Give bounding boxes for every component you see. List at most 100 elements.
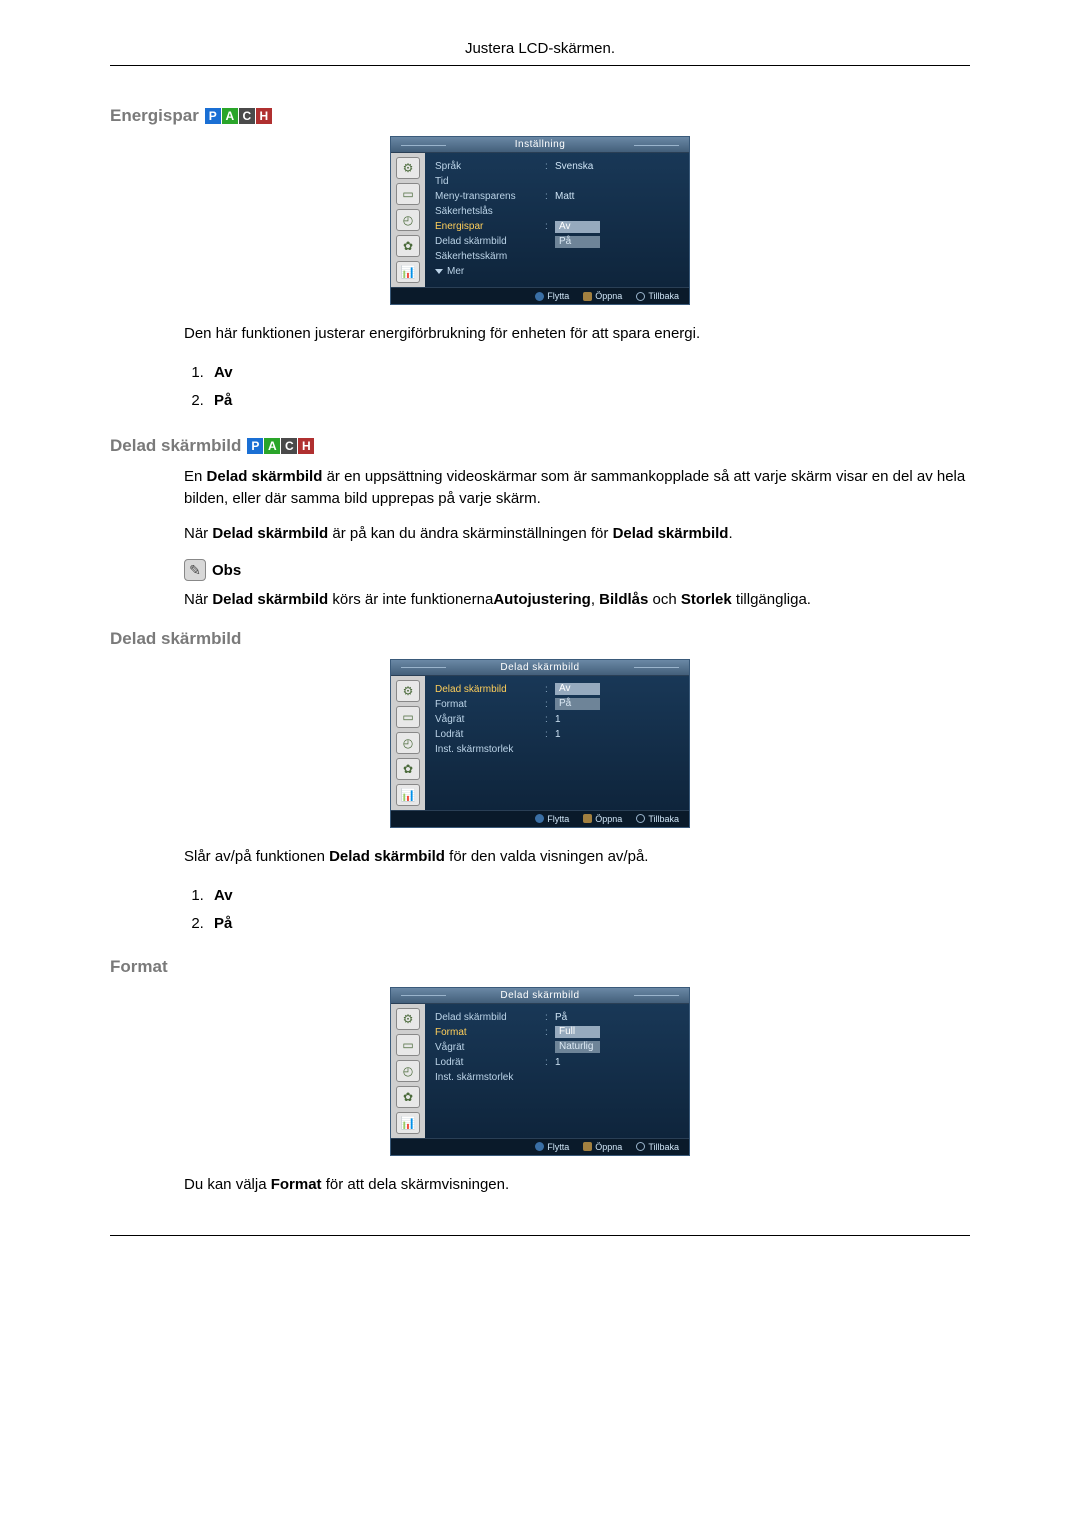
- osd-icon[interactable]: ◴: [396, 1060, 420, 1082]
- osd-select-av[interactable]: Av: [555, 683, 600, 695]
- heading-energispar: Energispar P A C H: [110, 106, 970, 126]
- badge-p: P: [247, 438, 263, 454]
- t: När: [184, 591, 212, 608]
- osd-icon[interactable]: ◴: [396, 732, 420, 754]
- pach-badge: P A C H: [205, 108, 272, 124]
- osd-icon[interactable]: ✿: [396, 235, 420, 257]
- osd-select-pa[interactable]: På: [555, 698, 600, 710]
- delad-intro-p3: När Delad skärmbild körs är inte funktio…: [184, 589, 970, 611]
- note-text: Obs: [212, 562, 241, 579]
- t: Format: [271, 1176, 322, 1193]
- osd-icon[interactable]: ▭: [396, 1034, 420, 1056]
- osd-select-av[interactable]: Av: [555, 221, 600, 233]
- t: Delad skärmbild: [212, 525, 328, 542]
- osd-sidebar-icons: ⚙ ▭ ◴ ✿ 📊: [391, 676, 425, 810]
- page-bottom-rule: [110, 1235, 970, 1236]
- delad-options: Av På: [184, 882, 970, 939]
- osd-select-pa[interactable]: På: [555, 236, 600, 248]
- osd-icon[interactable]: ▭: [396, 706, 420, 728]
- t: När: [184, 525, 212, 542]
- footer-move: Flytta: [547, 1142, 569, 1152]
- format-desc: Du kan välja Format för att dela skärmvi…: [184, 1174, 970, 1196]
- badge-a: A: [264, 438, 280, 454]
- osd-label: Meny-transparens: [435, 191, 545, 202]
- osd-format: Delad skärmbild ⚙ ▭ ◴ ✿ 📊 Delad skärmbil…: [390, 987, 690, 1156]
- footer-open: Öppna: [595, 291, 622, 301]
- osd-icon[interactable]: 📊: [396, 1112, 420, 1134]
- osd-label: Vågrät: [435, 714, 545, 725]
- osd-value: 1: [555, 1057, 681, 1068]
- open-icon: [583, 814, 592, 823]
- t: Bildlås: [599, 591, 648, 608]
- osd-label: Delad skärmbild: [435, 236, 545, 247]
- t: Slår av/på funktionen: [184, 848, 329, 865]
- badge-a: A: [222, 108, 238, 124]
- osd-icon[interactable]: ◴: [396, 209, 420, 231]
- t: En: [184, 468, 207, 485]
- open-icon: [583, 292, 592, 301]
- list-item: På: [208, 910, 970, 939]
- heading-energispar-text: Energispar: [110, 106, 199, 126]
- heading-format: Format: [110, 957, 970, 977]
- osd-icon[interactable]: 📊: [396, 784, 420, 806]
- osd-icon[interactable]: ✿: [396, 758, 420, 780]
- option-pa: På: [214, 915, 232, 932]
- t: Storlek: [681, 591, 732, 608]
- footer-open: Öppna: [595, 814, 622, 824]
- back-icon: [636, 292, 645, 301]
- move-icon: [535, 1142, 544, 1151]
- osd-delad: Delad skärmbild ⚙ ▭ ◴ ✿ 📊 Delad skärmbil…: [390, 659, 690, 828]
- badge-h: H: [298, 438, 314, 454]
- footer-back: Tillbaka: [648, 814, 679, 824]
- delad-desc: Slår av/på funktionen Delad skärmbild fö…: [184, 846, 970, 868]
- osd-footer: Flytta Öppna Tillbaka: [391, 1138, 689, 1155]
- badge-c: C: [239, 108, 255, 124]
- osd-label: Säkerhetslås: [435, 206, 545, 217]
- heading-delad-intro-text: Delad skärmbild: [110, 436, 241, 456]
- osd-icon[interactable]: 📊: [396, 261, 420, 283]
- pach-badge: P A C H: [247, 438, 314, 454]
- osd-value: Svenska: [555, 161, 681, 172]
- osd-select-full[interactable]: Full: [555, 1026, 600, 1038]
- t: för den valda visningen av/på.: [445, 848, 648, 865]
- footer-open: Öppna: [595, 1142, 622, 1152]
- t: ,: [591, 591, 599, 608]
- osd-label: Lodrät: [435, 1057, 545, 1068]
- osd-footer: Flytta Öppna Tillbaka: [391, 810, 689, 827]
- t: Delad skärmbild: [212, 591, 328, 608]
- list-item: Av: [208, 882, 970, 911]
- t: Autojustering: [493, 591, 591, 608]
- delad-intro-p1: En Delad skärmbild är en uppsättning vid…: [184, 466, 970, 510]
- osd-icon[interactable]: ✿: [396, 1086, 420, 1108]
- t: för att dela skärmvisningen.: [322, 1176, 510, 1193]
- t: Delad skärmbild: [207, 468, 323, 485]
- osd-label: Språk: [435, 161, 545, 172]
- osd-label: Tid: [435, 176, 545, 187]
- osd-label-highlight: Format: [435, 1027, 545, 1038]
- osd-value: 1: [555, 714, 681, 725]
- footer-back: Tillbaka: [648, 291, 679, 301]
- delad-intro-p2: När Delad skärmbild är på kan du ändra s…: [184, 523, 970, 545]
- back-icon: [636, 814, 645, 823]
- footer-back: Tillbaka: [648, 1142, 679, 1152]
- move-icon: [535, 292, 544, 301]
- page-header: Justera LCD-skärmen.: [110, 40, 970, 66]
- osd-value: 1: [555, 729, 681, 740]
- option-av: Av: [214, 887, 233, 904]
- osd-sidebar-icons: ⚙ ▭ ◴ ✿ 📊: [391, 153, 425, 287]
- t: körs är inte funktionerna: [328, 591, 493, 608]
- option-pa: På: [214, 392, 232, 409]
- badge-h: H: [256, 108, 272, 124]
- list-item: På: [208, 387, 970, 416]
- osd-label-mer: Mer: [447, 266, 464, 277]
- osd-icon[interactable]: ⚙: [396, 157, 420, 179]
- osd-select-naturlig[interactable]: Naturlig: [555, 1041, 600, 1053]
- osd-icon[interactable]: ▭: [396, 183, 420, 205]
- t: Delad skärmbild: [613, 525, 729, 542]
- osd-icon[interactable]: ⚙: [396, 1008, 420, 1030]
- footer-move: Flytta: [547, 814, 569, 824]
- heading-delad: Delad skärmbild: [110, 629, 970, 649]
- badge-p: P: [205, 108, 221, 124]
- list-item: Av: [208, 359, 970, 388]
- osd-icon[interactable]: ⚙: [396, 680, 420, 702]
